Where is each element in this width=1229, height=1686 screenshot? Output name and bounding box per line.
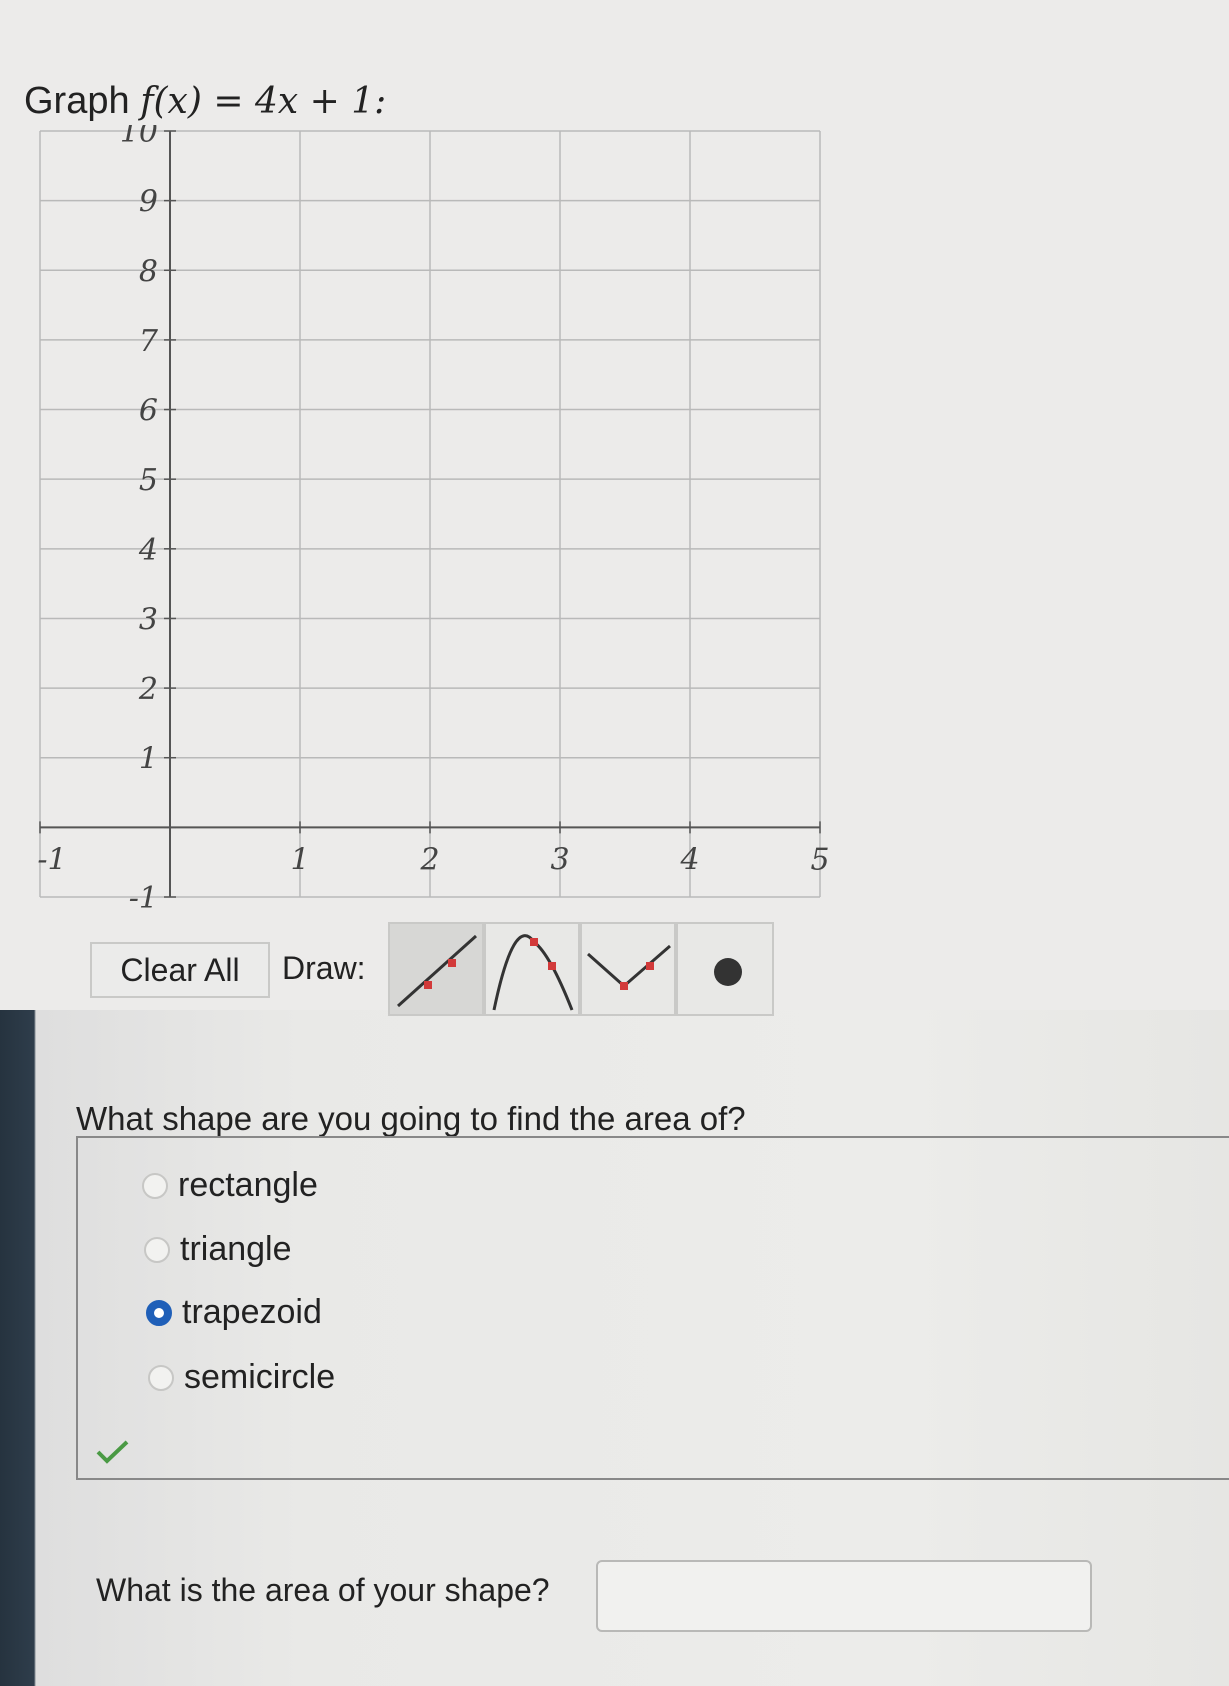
absolute-value-tool-icon: [587, 944, 671, 990]
y-tick-label: 9: [139, 185, 158, 220]
clear-all-button[interactable]: Clear All: [90, 942, 270, 998]
option-label: trapezoid: [182, 1293, 322, 1331]
option-label: triangle: [180, 1230, 292, 1268]
draw-label: Draw:: [282, 950, 366, 986]
point-tool-icon: [714, 958, 742, 986]
parabola-tool-button[interactable]: [484, 922, 580, 1016]
x-tick-label: 1: [290, 842, 309, 877]
page: Graph f(x) = 4x + 1: -1 1 2 3 4 5 10 9 8 7 6 5 4 3 2 1…: [0, 0, 1229, 1686]
option-semicircle[interactable]: semicircle: [148, 1358, 335, 1397]
x-tick-label: 3: [550, 842, 569, 877]
radio-semicircle[interactable]: [148, 1364, 174, 1391]
x-tick-label: 4: [679, 842, 699, 877]
grid-lines: [39, 130, 821, 898]
y-tick-label: 4: [138, 533, 158, 568]
y-tick-label: 5: [139, 463, 158, 498]
y-tick-labels: 10 9 8 7 6 5 4 3 2 1 -1: [120, 125, 159, 915]
option-triangle[interactable]: triangle: [144, 1230, 292, 1269]
y-tick-label: 3: [139, 602, 158, 637]
option-rectangle[interactable]: rectangle: [142, 1166, 318, 1205]
line-tool-icon: [396, 934, 478, 1008]
shape-question: What shape are you going to find the are…: [76, 1100, 746, 1137]
x-tick-label: 2: [419, 842, 439, 877]
option-label: semicircle: [184, 1358, 336, 1396]
y-tick-label: 7: [139, 324, 159, 359]
area-question: What is the area of your shape?: [96, 1572, 550, 1608]
y-tick-label: 6: [139, 394, 158, 429]
radio-triangle[interactable]: [144, 1236, 170, 1263]
function-equation: f(x) = 4x + 1:: [140, 81, 387, 122]
option-label: rectangle: [178, 1166, 318, 1204]
x-tick-label: -1: [37, 842, 66, 877]
title-label: Graph: [24, 80, 130, 122]
radio-rectangle[interactable]: [142, 1172, 168, 1199]
y-tick-label: 2: [138, 672, 158, 707]
y-tick-label: 10: [120, 125, 158, 150]
parabola-tool-icon: [492, 934, 574, 1011]
radio-trapezoid-selected[interactable]: [146, 1299, 172, 1326]
y-tick-label: -1: [129, 881, 158, 915]
area-answer-input[interactable]: [596, 1560, 1092, 1632]
graph-canvas[interactable]: -1 1 2 3 4 5 10 9 8 7 6 5 4 3 2 1 -1: [30, 125, 830, 915]
problem-title: Graph f(x) = 4x + 1:: [24, 80, 386, 123]
checkmark-icon: [96, 1440, 129, 1464]
y-tick-label: 8: [139, 254, 158, 289]
absolute-value-tool-button[interactable]: [580, 922, 676, 1016]
x-tick-labels: -1 1 2 3 4 5: [37, 842, 829, 877]
point-tool-button[interactable]: [676, 922, 774, 1016]
option-trapezoid[interactable]: trapezoid: [146, 1293, 322, 1332]
x-tick-label: 5: [810, 842, 829, 877]
y-tick-label: 1: [139, 742, 158, 777]
line-tool-button[interactable]: [388, 922, 484, 1016]
